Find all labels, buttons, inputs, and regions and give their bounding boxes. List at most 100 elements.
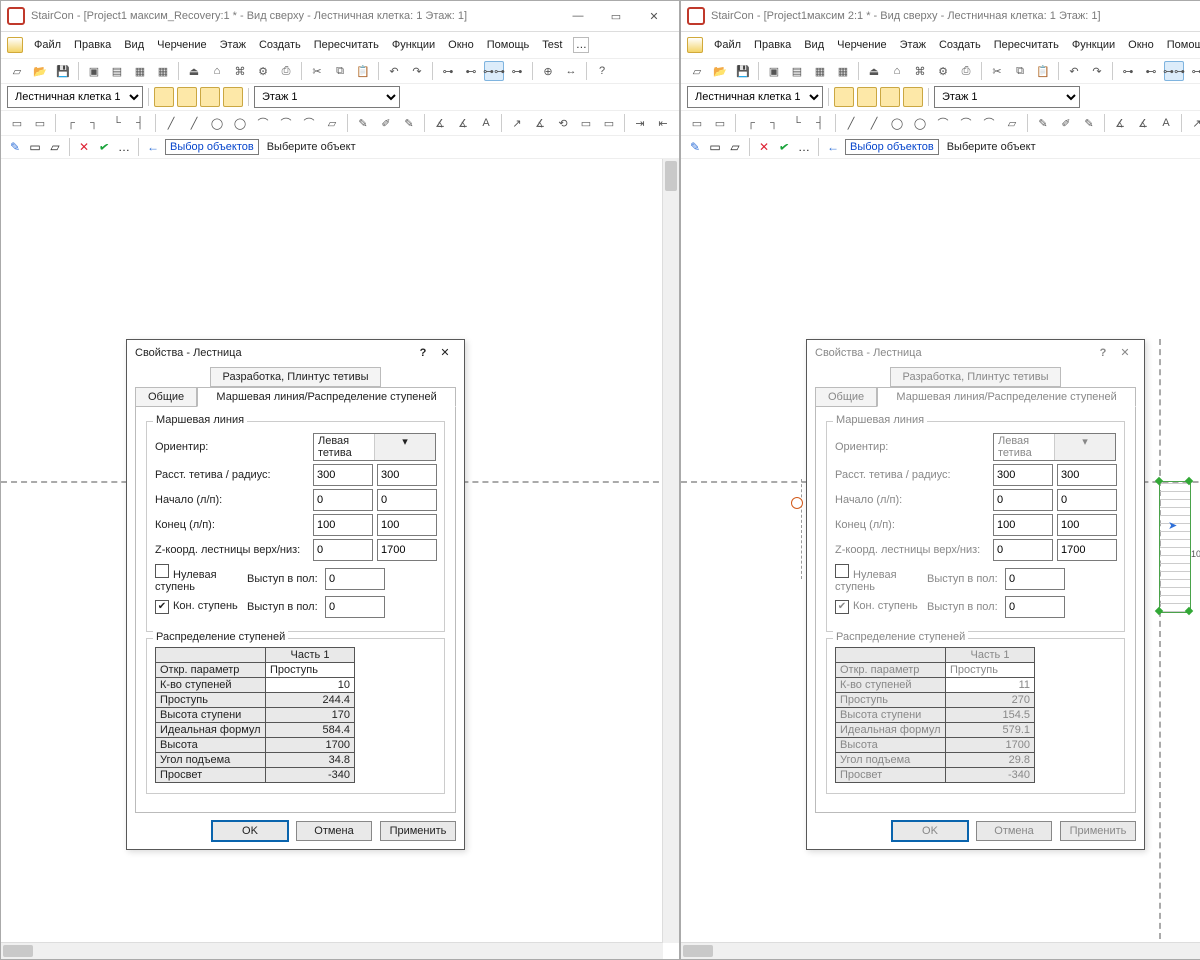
cmd-link[interactable]: Выбор объектов [165,139,259,155]
paste-icon[interactable]: 📋 [353,61,373,81]
m1-icon[interactable]: ∡ [430,113,450,133]
paste-icon[interactable]: 📋 [1033,61,1053,81]
tab-top[interactable]: Разработка, Плинтус тетивы [210,367,382,387]
final-step-checkbox[interactable]: ✔ [835,600,849,614]
redo-icon[interactable]: ↷ [1087,61,1107,81]
zero-step-checkbox[interactable] [835,564,849,578]
d1-icon[interactable]: ▭ [7,113,27,133]
arc3-icon[interactable]: ⌒ [979,113,999,133]
link4-icon[interactable]: ⊶ [1187,61,1200,81]
arc1-icon[interactable]: ⌒ [933,113,953,133]
prot1-input[interactable] [325,568,385,590]
arc3-icon[interactable]: ⌒ [299,113,319,133]
start-b-input[interactable] [377,489,437,511]
tool-b-icon[interactable]: ⌂ [207,61,227,81]
titlebar[interactable]: StairCon - [Project1 максим_Recovery:1 *… [1,1,679,32]
edit2-icon[interactable]: ✐ [376,113,396,133]
tab-general[interactable]: Общие [815,387,877,407]
menu-overflow[interactable]: … [573,37,589,53]
dline-icon[interactable]: ╱ [184,113,204,133]
menu-draw[interactable]: Черчение [831,36,893,54]
d6-icon[interactable]: ┤ [130,113,150,133]
d3-icon[interactable]: ┌ [61,113,81,133]
x7-icon[interactable]: ⇤ [653,113,673,133]
menu-recalc[interactable]: Пересчитать [988,36,1065,54]
d4-icon[interactable]: ┐ [84,113,104,133]
dist-a-input[interactable] [993,464,1053,486]
d3-icon[interactable]: ┌ [741,113,761,133]
link3-icon[interactable]: ⊶⊶ [1164,61,1184,81]
dist-b-input[interactable] [377,464,437,486]
poly-icon[interactable]: ▱ [322,113,342,133]
cancel-button[interactable]: Отмена [976,821,1052,841]
menu-help[interactable]: Помощь [1161,36,1200,54]
scrollbar-v[interactable] [662,159,679,943]
menu-edit[interactable]: Правка [748,36,797,54]
menu-window[interactable]: Окно [442,36,480,54]
menu-create[interactable]: Создать [253,36,307,54]
cmd-more-icon[interactable]: … [116,139,132,155]
final-step-checkbox[interactable]: ✔ [155,600,169,614]
cmd-ok-icon[interactable]: ✔ [776,139,792,155]
orient-combo[interactable]: Левая тетива▾ [313,433,436,461]
menu-window[interactable]: Окно [1122,36,1160,54]
link1-icon[interactable]: ⊶ [438,61,458,81]
arc2-icon[interactable]: ⌒ [276,113,296,133]
count-cell[interactable]: 10 [266,678,355,693]
gear-icon[interactable]: ⚙ [253,61,273,81]
dialog-help-button[interactable]: ? [1092,347,1114,359]
end-b-input[interactable] [377,514,437,536]
d1-icon[interactable]: ▭ [687,113,707,133]
open-icon[interactable]: 📂 [30,61,50,81]
dline-icon[interactable]: ╱ [864,113,884,133]
d4-icon[interactable]: ┐ [764,113,784,133]
undo-icon[interactable]: ↶ [1064,61,1084,81]
x4-icon[interactable]: ▭ [576,113,596,133]
menu-view[interactable]: Вид [798,36,830,54]
cmd-box2-icon[interactable]: ▱ [727,139,743,155]
end-b-input[interactable] [1057,514,1117,536]
stairwell-select[interactable]: Лестничная клетка 1 [687,86,823,108]
open-cell[interactable]: Проступь [946,663,1035,678]
z-b-input[interactable] [377,539,437,561]
canvas[interactable]: Свойства - Лестница ? ✕ Разработка, Плин… [1,159,679,959]
redo-icon[interactable]: ↷ [407,61,427,81]
cancel-button[interactable]: Отмена [296,821,372,841]
target-icon[interactable]: ⊕ [538,61,558,81]
floor-select[interactable]: Этаж 1 [254,86,400,108]
open-cell[interactable]: Проступь [266,663,355,678]
new-icon[interactable]: ▱ [7,61,27,81]
gear-icon[interactable]: ⚙ [933,61,953,81]
yel-tool-3[interactable] [880,87,900,107]
count-cell[interactable]: 11 [946,678,1035,693]
view2-icon[interactable]: ▤ [107,61,127,81]
cmd-back-icon[interactable]: ← [825,139,841,155]
prot2-input[interactable] [1005,596,1065,618]
menu-create[interactable]: Создать [933,36,987,54]
move-icon[interactable]: ↔ [561,61,581,81]
yel-tool-4[interactable] [223,87,243,107]
yel-tool-3[interactable] [200,87,220,107]
m2-icon[interactable]: ∡ [453,113,473,133]
start-b-input[interactable] [1057,489,1117,511]
copy-icon[interactable]: ⧉ [330,61,350,81]
cmd-box2-icon[interactable]: ▱ [47,139,63,155]
cmd-cancel-icon[interactable]: ✕ [756,139,772,155]
link2-icon[interactable]: ⊷ [1141,61,1161,81]
line-icon[interactable]: ╱ [841,113,861,133]
tool-c-icon[interactable]: ⌘ [230,61,250,81]
d5-icon[interactable]: └ [107,113,127,133]
circle-icon[interactable]: ◯ [207,113,227,133]
menu-view[interactable]: Вид [118,36,150,54]
stairwell-select[interactable]: Лестничная клетка 1 [7,86,143,108]
scrollbar-h[interactable] [1,942,663,959]
menu-file[interactable]: Файл [28,36,67,54]
tool-a-icon[interactable]: ⏏ [184,61,204,81]
yel-tool-1[interactable] [834,87,854,107]
link2-icon[interactable]: ⊷ [461,61,481,81]
view1-icon[interactable]: ▣ [764,61,784,81]
menu-recalc[interactable]: Пересчитать [308,36,385,54]
edit1-icon[interactable]: ✎ [353,113,373,133]
m2-icon[interactable]: ∡ [1133,113,1153,133]
copy-icon[interactable]: ⧉ [1010,61,1030,81]
